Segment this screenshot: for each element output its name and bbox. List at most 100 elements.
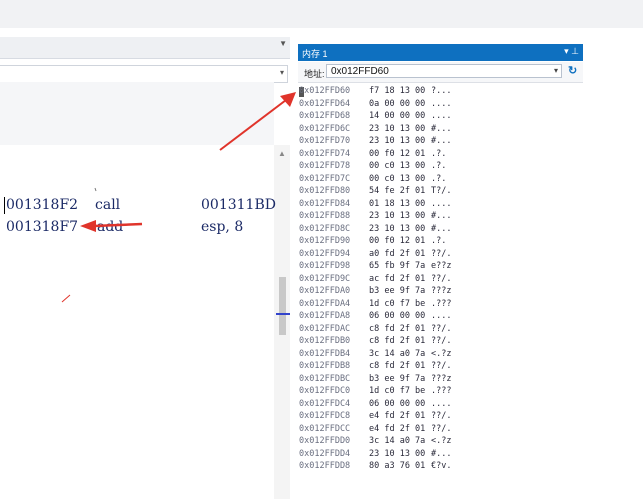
memory-bytes[interactable]: 23 10 13 00 [369,136,425,146]
memory-bytes[interactable]: 06 00 00 00 [369,399,425,409]
address-dropdown-icon[interactable]: ▾ [554,66,558,75]
memory-bytes[interactable]: 00 f0 12 01 [369,149,425,159]
memory-bytes[interactable]: 06 00 00 00 [369,311,425,321]
memory-address: 0x012FFD64 [299,98,351,109]
memory-ascii: ??/. [431,411,452,421]
memory-bytes[interactable]: 65 fb 9f 7a [369,261,425,271]
memory-address: 0x012FFDA0 [299,286,351,296]
memory-ascii: ??/. [431,323,452,334]
memory-ascii: ??/. [431,336,452,346]
memory-address: 0x012FFDAC [299,323,351,334]
memory-ascii: ?... [431,86,452,96]
memory-bytes[interactable]: a0 fd 2f 01 [369,249,425,259]
memory-address: 0x012FFD8C [299,223,351,234]
memory-address: 0x012FFD68 [299,111,351,121]
window-options-icon[interactable]: ▾ ⊥ [564,46,579,57]
memory-bytes[interactable]: 00 c0 13 00 [369,161,425,171]
memory-ascii: ??/. [431,273,452,284]
memory-address: 0x012FFDB4 [299,348,351,359]
scroll-up-icon[interactable]: ▲ [274,149,290,158]
memory-bytes[interactable]: 0a 00 00 00 [369,99,425,109]
memory-bytes[interactable]: 00 f0 12 01 [369,236,425,246]
code-line-operand[interactable]: 001311BD [201,197,276,213]
memory-bytes[interactable]: c8 fd 2f 01 [369,361,425,371]
memory-address: 0x012FFDD4 [299,448,351,459]
memory-ascii: .... [431,198,452,209]
memory-bytes[interactable]: 1d c0 f7 be [369,386,425,396]
memory-ascii: .... [431,311,452,321]
memory-bytes[interactable]: c8 fd 2f 01 [369,336,425,346]
memory-bytes[interactable]: 54 fe 2f 01 [369,186,425,196]
memory-ascii: .... [431,398,452,409]
code-line-mnemonic[interactable]: add [97,219,123,235]
disassembly-scrollbar[interactable]: ▲ [274,145,290,499]
memory-address: 0x012FFDB0 [299,336,351,346]
chevron-down-icon[interactable]: ▼ [279,39,287,48]
memory-address: 0x012FFD80 [299,186,351,196]
scroll-thumb[interactable] [279,277,286,335]
memory-bytes[interactable]: 14 00 00 00 [369,111,425,121]
memory-address: 0x012FFD90 [299,236,351,246]
code-line-address[interactable]: 001318F2 [6,197,78,213]
memory-bytes[interactable]: c8 fd 2f 01 [369,324,425,334]
memory-address: 0x012FFD84 [299,198,351,209]
memory-address: 0x012FFD74 [299,148,351,159]
code-line-mnemonic[interactable]: call [95,197,120,213]
memory-bytes[interactable]: f7 18 13 00 [369,86,425,96]
current-line-marker [276,313,290,315]
memory-bytes[interactable]: b3 ee 9f 7a [369,374,425,384]
memory-bytes[interactable]: ac fd 2f 01 [369,274,425,284]
memory-ascii: ??/. [431,361,452,371]
memory-address: 0x012FFDC4 [299,398,351,409]
memory-bytes[interactable]: 23 10 13 00 [369,224,425,234]
memory-bytes[interactable]: 00 c0 13 00 [369,174,425,184]
memory-bytes[interactable]: 3c 14 a0 7a [369,349,425,359]
disassembly-gutter [0,82,274,145]
memory-bytes[interactable]: 3c 14 a0 7a [369,436,425,446]
memory-address: 0x012FFDD8 [299,461,351,471]
memory-ascii: <.?z [431,348,452,359]
memory-address: 0x012FFD88 [299,211,351,221]
memory-ascii: <.?z [431,436,452,446]
memory-ascii: .??? [431,298,452,309]
memory-ascii: e??z [431,261,452,271]
address-label: 地址: [304,69,325,79]
memory-bytes[interactable]: 23 10 13 00 [369,211,425,221]
code-line-operand[interactable]: esp, 8 [201,219,243,235]
memory-address: 0x012FFDCC [299,423,351,434]
memory-ascii: .... [431,98,452,109]
memory-address: 0x012FFD78 [299,161,351,171]
memory-ascii: #... [431,223,452,234]
memory-bytes[interactable]: 01 18 13 00 [369,199,425,209]
memory-address: 0x012FFD60 [299,86,351,96]
memory-address: 0x012FFD94 [299,248,351,259]
memory-address: 0x012FFDA4 [299,298,351,309]
disassembly-location-dropdown[interactable]: ▾ [0,65,288,83]
memory-address: 0x012FFD7C [299,173,351,184]
memory-address: 0x012FFDC8 [299,411,351,421]
memory-bytes[interactable]: 23 10 13 00 [369,124,425,134]
memory-ascii: #... [431,123,452,134]
memory-window-title-bar[interactable]: 内存 1 ▾ ⊥ [298,44,583,61]
memory-ascii: .?. [431,161,447,171]
memory-address: 0x012FFD9C [299,273,351,284]
memory-bytes[interactable]: 80 a3 76 01 [369,461,425,471]
memory-address: 0x012FFD6C [299,123,351,134]
memory-bytes[interactable]: 23 10 13 00 [369,449,425,459]
memory-bytes[interactable]: b3 ee 9f 7a [369,286,425,296]
memory-ascii: #... [431,211,452,221]
address-input[interactable]: 0x012FFD60 [326,64,562,78]
disassembly-header: ▼ [0,37,290,59]
memory-bytes[interactable]: 1d c0 f7 be [369,299,425,309]
memory-bytes[interactable]: e4 fd 2f 01 [369,424,425,434]
refresh-icon[interactable]: ↻ [568,64,577,77]
memory-ascii: ??/. [431,248,452,259]
text-cursor [4,197,5,214]
memory-bytes[interactable]: e4 fd 2f 01 [369,411,425,421]
memory-address: 0x012FFDBC [299,373,351,384]
dropdown-arrow-icon[interactable]: ▾ [280,68,284,77]
memory-ascii: €?v. [431,461,452,471]
code-line-address[interactable]: 001318F7 [6,219,78,235]
memory-window-title: 内存 1 [302,49,328,59]
memory-ascii: ??/. [431,423,452,434]
